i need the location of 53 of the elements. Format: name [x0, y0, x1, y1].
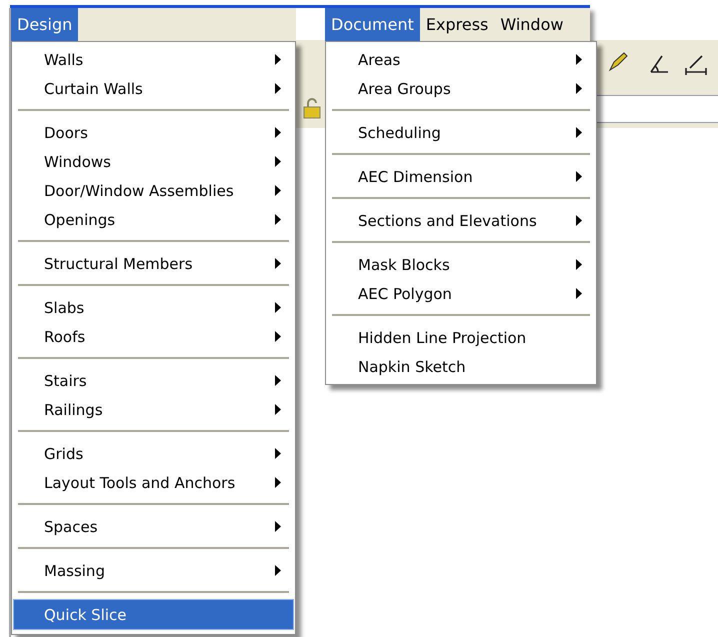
submenu-arrow-icon: [275, 477, 281, 488]
menu-item[interactable]: Windows: [14, 147, 293, 176]
menu-item[interactable]: Structural Members: [14, 249, 293, 278]
menu-item[interactable]: Napkin Sketch: [328, 352, 594, 381]
submenu-arrow-icon: [576, 54, 582, 65]
menu-item[interactable]: Spaces: [14, 512, 293, 541]
submenu-arrow-icon: [576, 215, 582, 226]
menu-item[interactable]: AEC Dimension: [328, 162, 594, 191]
pencil-icon[interactable]: [606, 50, 630, 74]
submenu-arrow-icon: [275, 521, 281, 532]
menu-item[interactable]: Openings: [14, 205, 293, 234]
menu-title[interactable]: Window: [494, 8, 570, 41]
submenu-arrow-icon: [275, 302, 281, 313]
submenu-arrow-icon: [576, 171, 582, 182]
input-field[interactable]: [596, 95, 718, 123]
submenu-arrow-icon: [576, 259, 582, 270]
menu-item[interactable]: Door/Window Assemblies: [14, 176, 293, 205]
menu-item[interactable]: Walls: [14, 45, 293, 74]
submenu-arrow-icon: [275, 214, 281, 225]
menu-item[interactable]: Layout Tools and Anchors: [14, 468, 293, 497]
menu-item[interactable]: Massing: [14, 556, 293, 585]
submenu-arrow-icon: [275, 448, 281, 459]
menu-item[interactable]: Stairs: [14, 366, 293, 395]
menu-item[interactable]: Areas: [328, 45, 594, 74]
submenu-arrow-icon: [275, 258, 281, 269]
menu-title[interactable]: Design: [11, 8, 78, 41]
menu-item[interactable]: Doors: [14, 118, 293, 147]
menu-item[interactable]: Roofs: [14, 322, 293, 351]
menu-item[interactable]: Mask Blocks: [328, 250, 594, 279]
menu-item[interactable]: Area Groups: [328, 74, 594, 103]
menu-item[interactable]: Railings: [14, 395, 293, 424]
menu-item[interactable]: Sections and Elevations: [328, 206, 594, 235]
menu-item[interactable]: Scheduling: [328, 118, 594, 147]
menu-title[interactable]: Document: [325, 8, 420, 41]
menu-item[interactable]: Quick Slice: [14, 600, 293, 629]
submenu-arrow-icon: [576, 288, 582, 299]
submenu-arrow-icon: [275, 331, 281, 342]
submenu-arrow-icon: [275, 127, 281, 138]
menu-item[interactable]: AEC Polygon: [328, 279, 594, 308]
submenu-arrow-icon: [275, 54, 281, 65]
menu-item[interactable]: Hidden Line Projection: [328, 323, 594, 352]
menu-item[interactable]: Curtain Walls: [14, 74, 293, 103]
submenu-arrow-icon: [576, 83, 582, 94]
menu-item[interactable]: Slabs: [14, 293, 293, 322]
submenu-arrow-icon: [576, 127, 582, 138]
submenu-arrow-icon: [275, 185, 281, 196]
submenu-arrow-icon: [275, 565, 281, 576]
menu-item[interactable]: Grids: [14, 439, 293, 468]
submenu-arrow-icon: [275, 375, 281, 386]
menu-title[interactable]: Express: [420, 8, 494, 41]
submenu-arrow-icon: [275, 404, 281, 415]
submenu-arrow-icon: [275, 83, 281, 94]
submenu-arrow-icon: [275, 156, 281, 167]
